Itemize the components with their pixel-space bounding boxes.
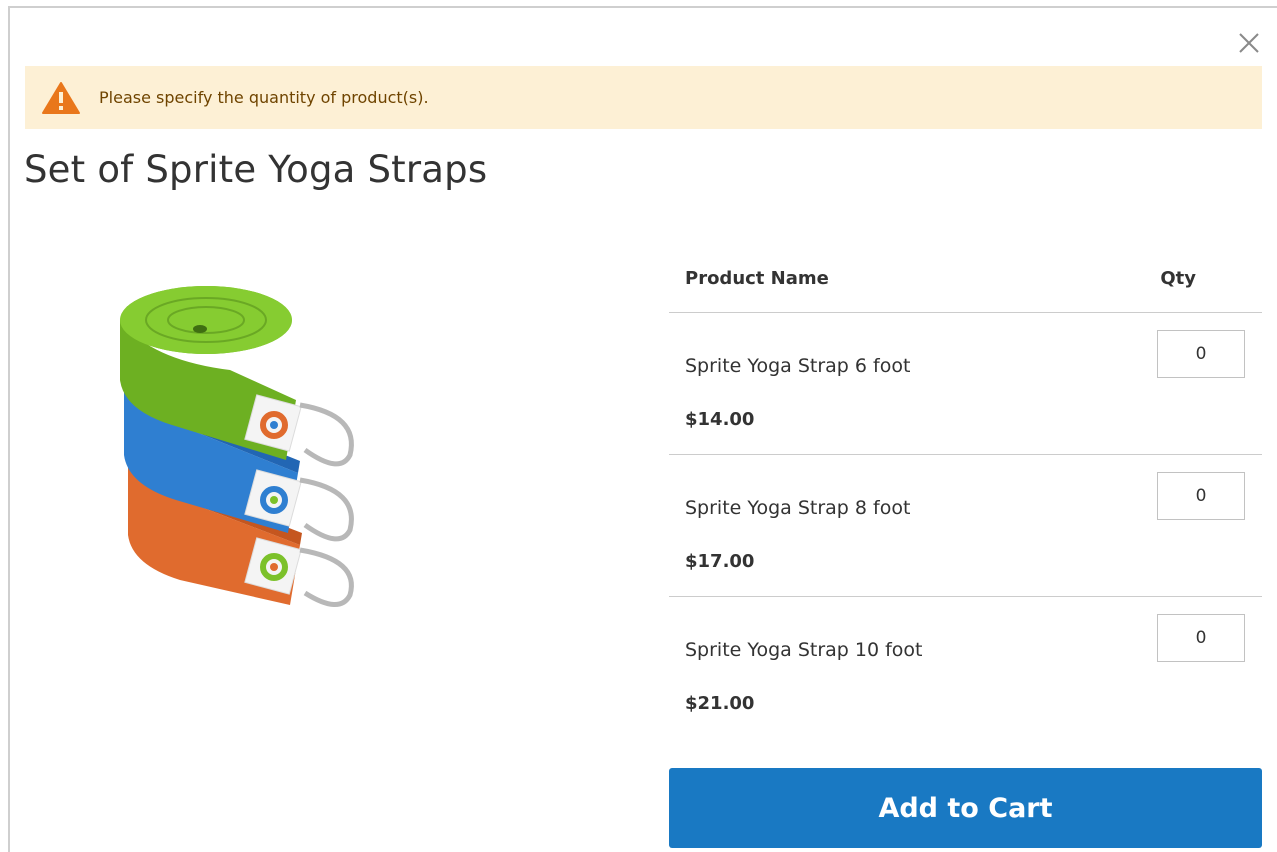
product-title: Set of Sprite Yoga Straps: [24, 148, 488, 191]
qty-input[interactable]: [1157, 472, 1245, 520]
table-row: Sprite Yoga Strap 6 foot $14.00: [669, 313, 1262, 455]
qty-input[interactable]: [1157, 614, 1245, 662]
column-header-qty: Qty: [1160, 268, 1196, 289]
product-name: Sprite Yoga Strap 8 foot: [685, 497, 911, 519]
table-row: Sprite Yoga Strap 10 foot $21.00: [669, 597, 1262, 738]
warning-triangle-icon: [42, 81, 80, 114]
add-to-cart-button[interactable]: Add to Cart: [669, 768, 1262, 848]
column-header-product-name: Product Name: [685, 268, 829, 289]
warning-message-text: Please specify the quantity of product(s…: [99, 88, 429, 107]
grouped-products-table: Product Name Qty Sprite Yoga Strap 6 foo…: [669, 250, 1262, 738]
warning-message: Please specify the quantity of product(s…: [25, 66, 1262, 129]
product-price: $21.00: [685, 693, 755, 714]
product-name: Sprite Yoga Strap 6 foot: [685, 355, 911, 377]
product-name: Sprite Yoga Strap 10 foot: [685, 639, 923, 661]
close-button[interactable]: [1236, 30, 1262, 56]
table-row: Sprite Yoga Strap 8 foot $17.00: [669, 455, 1262, 597]
qty-input[interactable]: [1157, 330, 1245, 378]
product-price: $14.00: [685, 409, 755, 430]
product-image: [120, 286, 354, 607]
close-icon: [1239, 33, 1259, 53]
product-price: $17.00: [685, 551, 755, 572]
table-header: Product Name Qty: [669, 250, 1262, 313]
